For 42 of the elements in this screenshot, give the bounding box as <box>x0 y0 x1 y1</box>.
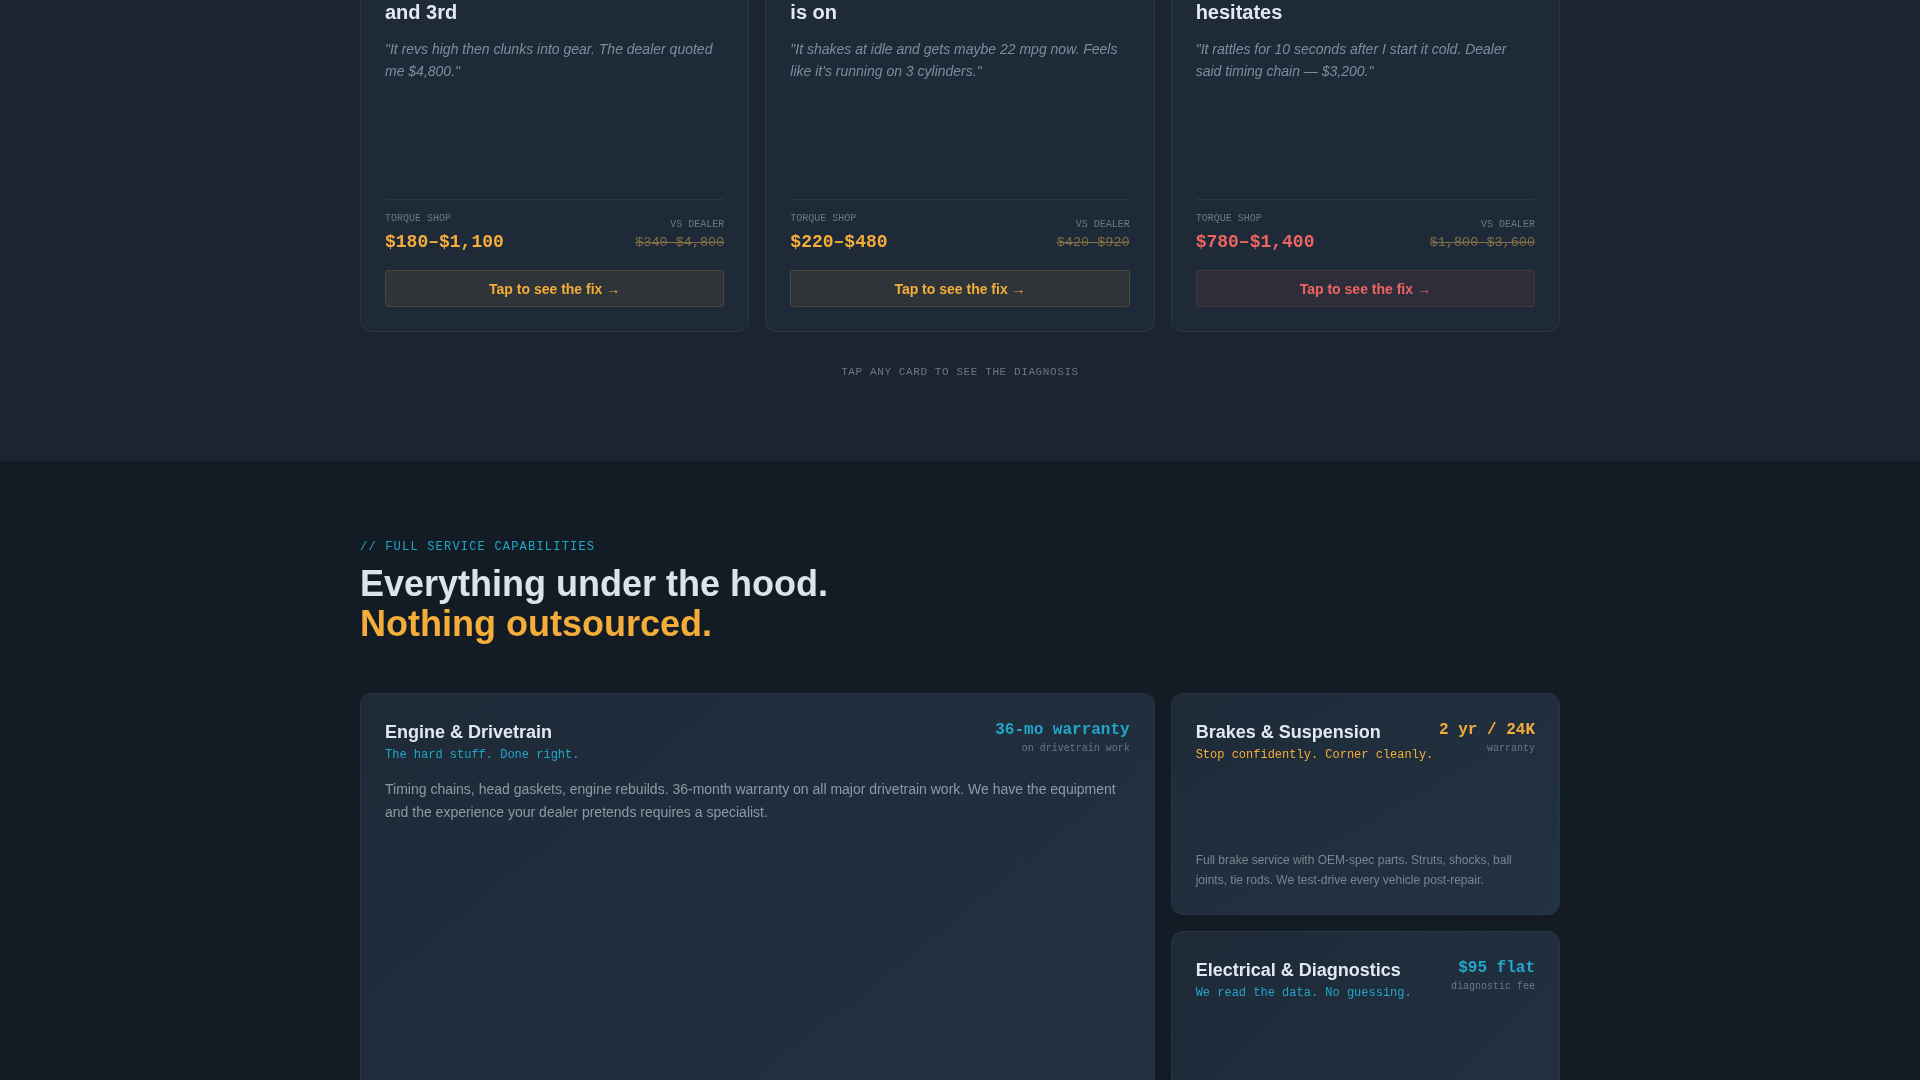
service-tagline: The hard stuff. Done right. <box>385 747 580 764</box>
problem-card[interactable]: is on "It shakes at idle and gets maybe 22 mpg now. Feels like it's running on 3 cylinders." TORQUE SHOP $220–$480 VS DEALER $420–$920 Tap to see the fix → <box>765 0 1155 332</box>
dealer-price: $420–$920 <box>1056 234 1130 252</box>
quote-text: "It shakes at idle and gets maybe 22 mpg now. Feels like it's running on 3 cylinders." <box>790 40 1119 81</box>
price-label: TORQUE SHOP <box>385 212 451 226</box>
highlight-note: on drivetrain work <box>1021 742 1130 756</box>
section-eyebrow: // FULL SERVICE CAPABILITIES <box>360 539 596 555</box>
price-label: TORQUE SHOP <box>790 212 857 226</box>
fix-button[interactable]: Tap to see the fix → <box>790 270 1130 307</box>
fix-button[interactable]: Tap to see the fix → <box>385 270 725 307</box>
service-highlight: 2 yr / 24K <box>1439 720 1535 741</box>
dealer-price: $340–$4,800 <box>635 234 725 252</box>
highlight-note: diagnostic fee <box>1451 980 1535 994</box>
price-label: TORQUE SHOP <box>1195 212 1262 226</box>
service-title: Brakes & Suspension <box>1195 721 1381 744</box>
service-tagline: We read the data. No guessing. <box>1195 985 1412 1002</box>
fix-button[interactable]: Tap to see the fix → <box>1195 270 1535 307</box>
card-title: hesitates <box>1195 0 1284 24</box>
heading-accent: Nothing outsourced. <box>360 604 712 644</box>
card-title: is on <box>790 0 838 24</box>
hint-text: TAP ANY CARD TO SEE THE DIAGNOSIS <box>841 365 1079 380</box>
price-label: VS DEALER <box>1481 218 1535 232</box>
highlight-note: warranty <box>1487 742 1535 756</box>
quote-text: "It revs high then clunks into gear. The dealer quoted me $4,800." <box>385 40 714 81</box>
problem-card[interactable]: hesitates "It rattles for 10 seconds after I start it cold. Dealer said timing chain — $3,200." TORQUE SHOP $780–$1,400 VS DEALER $1,800–$3,600 Tap to see the fix → <box>1170 0 1560 332</box>
service-description: Timing chains, head gaskets, engine rebuilds. 36-month warranty on all major drivetrain work. We have the equipment and the experience your dealer pretends requires a specialist. <box>385 780 1117 822</box>
service-highlight: $95 flat <box>1458 958 1535 979</box>
price-label: VS DEALER <box>670 218 725 232</box>
dealer-price: $1,800–$3,600 <box>1429 234 1535 252</box>
section-heading: Everything under the hood. <box>360 564 829 604</box>
service-description: Full brake service with OEM-spec parts. Struts, shocks, ball joints, tie rods. We test-drive every vehicle post-repair. <box>1195 852 1513 889</box>
quote-text: "It rattles for 10 seconds after I start it cold. Dealer said timing chain — $3,200." <box>1195 40 1508 81</box>
shop-price: $780–$1,400 <box>1195 231 1315 254</box>
service-tagline: Stop confidently. Corner cleanly. <box>1195 747 1434 764</box>
card-title: and 3rd <box>385 0 459 24</box>
service-title: Electrical & Diagnostics <box>1195 959 1401 982</box>
service-title: Engine & Drivetrain <box>385 721 553 744</box>
shop-price: $180–$1,100 <box>385 231 504 254</box>
shop-price: $220–$480 <box>790 231 888 254</box>
service-highlight: 36-mo warranty <box>995 720 1130 741</box>
problem-card[interactable]: and 3rd "It revs high then clunks into gear. The dealer quoted me $4,800." TORQUE SHOP $180–$1,100 VS DEALER $340–$4,800 Tap to see the fix → <box>360 0 750 332</box>
price-label: VS DEALER <box>1075 218 1130 232</box>
